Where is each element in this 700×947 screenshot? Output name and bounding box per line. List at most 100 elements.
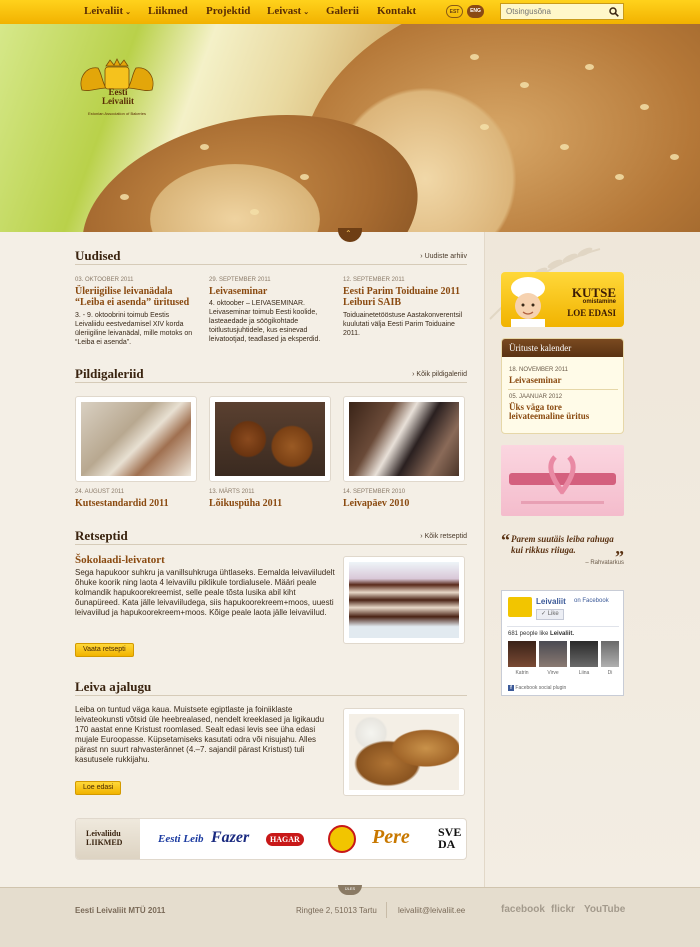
all-recipes-link[interactable]: Kõik retseptid	[420, 533, 467, 540]
members-label: Leivaliidu LIIKMED	[76, 819, 140, 859]
all-galleries-link[interactable]: Kõik pildigaleriid	[412, 371, 467, 378]
fan-name: Di	[607, 670, 613, 676]
news-date: 29. september 2011	[209, 277, 271, 283]
divider	[75, 264, 467, 265]
event-date: 18. november 2011	[509, 367, 568, 373]
site-logo[interactable]: Eesti Leivaliit Estonian Association of B…	[76, 58, 158, 120]
fan-avatar[interactable]	[539, 641, 567, 667]
quote-block: “ Parem suutäis leiba rahuga kui rikkus …	[501, 530, 624, 567]
leivaliit-logo-icon	[508, 597, 532, 617]
partner-logo[interactable]: HAGAR	[266, 833, 304, 846]
nav-leivast[interactable]: Leivast ⌄	[267, 5, 309, 17]
hero-toggle-tab[interactable]: ⌃	[338, 228, 362, 242]
gallery-thumbnail[interactable]	[343, 396, 465, 482]
partner-logo[interactable]: Eesti Leib	[158, 833, 204, 845]
search-input[interactable]	[501, 4, 601, 19]
history-image	[343, 708, 465, 796]
facebook-plugin-label: f Facebook social plugin	[508, 685, 566, 691]
logo-subtitle: Estonian Association of Bakeries	[87, 111, 147, 116]
gallery-title-link[interactable]: Leivapäev 2010	[343, 498, 409, 509]
kutse-subtitle: omistamine	[582, 299, 616, 305]
nav-kontakt[interactable]: Kontakt	[377, 5, 416, 17]
back-to-top-button[interactable]: ÜLES	[338, 885, 362, 895]
gallery-photo	[349, 402, 459, 476]
news-title-link[interactable]: Eesti Parim Toiduaine 2011 Leiburi SAIB	[343, 286, 468, 308]
event-title-link[interactable]: Leivaseminar	[509, 376, 619, 385]
recipes-heading: Retseptid	[75, 528, 128, 543]
members-carousel: Leivaliidu LIIKMED Eesti Leib Fazer HAGAR…	[75, 818, 467, 860]
footer-email-link[interactable]: leivaliit@leivaliit.ee	[398, 906, 465, 915]
fan-name: Liina	[578, 670, 590, 676]
news-summary: 4. oktoober – LEIVASEMINAR. Leivaseminar…	[209, 300, 321, 343]
pink-ribbon-banner[interactable]	[501, 445, 624, 516]
nav-leivaliit[interactable]: Leivaliit ⌄	[84, 5, 131, 17]
logo-title: Eesti Leivaliit	[102, 87, 134, 106]
news-date: 03. oktoober 2011	[75, 277, 134, 283]
search-box	[500, 3, 624, 20]
quote-close-icon: ”	[615, 547, 624, 567]
news-title-link[interactable]: Üleriigilise leivanädala “Leiba ei asend…	[75, 286, 200, 308]
history-text: Leiba on tuntud väga kaua. Muistsete egi…	[75, 705, 325, 764]
footer-organization: Eesti Leivaliit MTÜ 2011	[75, 906, 166, 915]
facebook-like-button[interactable]: ✓ Like	[536, 609, 564, 620]
kutse-read-more: LOE EDASI	[567, 308, 616, 318]
nav-galerii[interactable]: Galerii	[326, 5, 359, 17]
news-summary: 3. - 9. oktoobrini toimub Eestis Leivali…	[75, 312, 193, 346]
news-title-link[interactable]: Leivaseminar	[209, 286, 334, 297]
quote-author: – Rahvatarkus	[585, 560, 624, 566]
language-eng-button[interactable]: ENG	[467, 5, 484, 18]
language-est-button[interactable]: EST	[446, 5, 463, 18]
view-recipe-button[interactable]: Vaata retsepti	[75, 643, 134, 657]
facebook-page-link[interactable]: Leivaliit	[536, 597, 566, 606]
search-icon[interactable]	[609, 7, 619, 17]
fan-avatar[interactable]	[508, 641, 536, 667]
news-date: 12. september 2011	[343, 277, 405, 283]
gallery-thumbnail[interactable]	[75, 396, 197, 482]
gallery-title-link[interactable]: Kutsestandardid 2011	[75, 498, 169, 509]
facebook-like-count: 681 people like Leivaliit.	[508, 631, 575, 637]
partner-logo[interactable]: Pere	[372, 826, 410, 849]
partner-logo[interactable]: SVE DA	[438, 826, 466, 850]
gallery-title-link[interactable]: Lõikuspüha 2011	[209, 498, 282, 509]
facebook-on-label: on Facebook	[574, 598, 609, 604]
fan-avatar[interactable]	[570, 641, 598, 667]
flickr-link[interactable]: flickr	[551, 904, 575, 915]
nav-liikmed[interactable]: Liikmed	[148, 5, 188, 17]
fan-avatar[interactable]	[601, 641, 619, 667]
top-navigation: Leivaliit ⌄ Liikmed Projektid Leivast ⌄ Ga…	[0, 0, 700, 24]
chevron-down-icon: ⌄	[125, 8, 131, 16]
gallery-thumbnail[interactable]	[209, 396, 331, 482]
recipe-title-link[interactable]: Šokolaadi-leivatort	[75, 555, 165, 566]
fan-name: Katrin	[515, 670, 529, 676]
gallery-date: 13. märts 2011	[209, 489, 255, 495]
divider	[75, 544, 467, 545]
recipe-image	[343, 556, 465, 644]
footer-address: Ringtee 2, 51013 Tartu	[296, 906, 377, 915]
facebook-link[interactable]: facebook	[501, 904, 545, 915]
partner-logo-emblem[interactable]	[328, 825, 356, 853]
kutse-banner[interactable]: KUTSE omistamine LOE EDASI	[501, 272, 624, 327]
nav-projektid[interactable]: Projektid	[206, 5, 250, 17]
quote-open-icon: “	[501, 530, 510, 550]
partner-logo[interactable]: Fazer	[211, 829, 249, 847]
fan-name: Virve	[547, 670, 559, 676]
divider	[508, 389, 618, 390]
recipe-text: Sega hapukoor suhkru ja vanillsuhkruga ü…	[75, 568, 335, 617]
chevron-down-icon: ⌄	[303, 8, 310, 16]
event-title-link[interactable]: Üks väga tore leivateemaline üritus	[509, 403, 619, 421]
read-more-button[interactable]: Loe edasi	[75, 781, 122, 795]
history-heading: Leiva ajalugu	[75, 679, 152, 694]
pink-ribbon-icon	[509, 455, 616, 504]
thumbs-up-icon: ✓	[541, 611, 548, 617]
gallery-date: 24. august 2011	[75, 489, 125, 495]
news-archive-link[interactable]: Uudiste arhiiv	[420, 253, 467, 260]
events-calendar: Ürituste kalender 18. november 2011 Leiv…	[501, 338, 624, 434]
hero-banner: Eesti Leivaliit Estonian Association of B…	[0, 24, 700, 232]
youtube-link[interactable]: YouTube	[584, 904, 625, 915]
gallery-photo	[215, 402, 325, 476]
chef-baby-icon	[511, 277, 545, 327]
gallery-heading: Pildigaleriid	[75, 366, 144, 381]
divider	[75, 695, 467, 696]
facebook-widget: Leivaliit on Facebook ✓ Like 681 people …	[501, 590, 624, 696]
cake-photo	[349, 562, 459, 638]
